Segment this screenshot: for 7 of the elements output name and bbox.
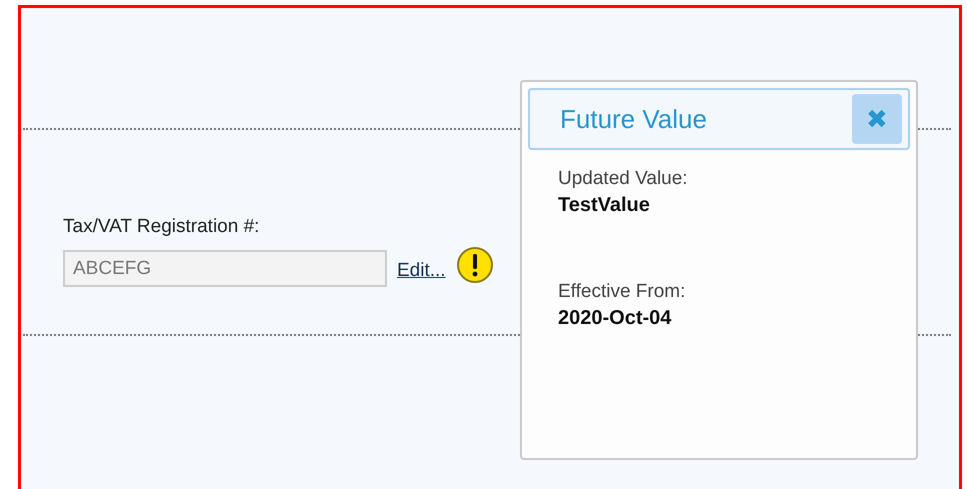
entry-value: TestValue (558, 194, 651, 217)
field-label: Tax/VAT Registration #: (63, 216, 260, 238)
entry-value: 2020-Oct-04 (558, 307, 672, 330)
popup-title: Future Value (560, 104, 707, 134)
close-button[interactable]: ✖ (852, 94, 902, 144)
entry-label: Updated Value: (558, 168, 689, 190)
entry-label: Effective From: (558, 281, 686, 303)
